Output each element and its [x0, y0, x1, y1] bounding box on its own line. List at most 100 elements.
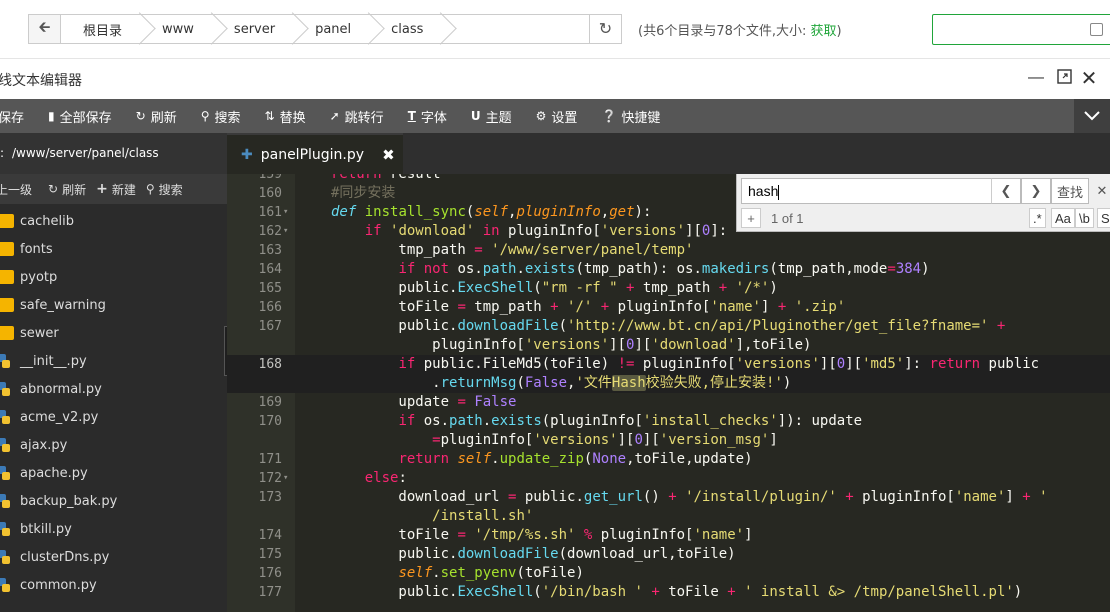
code-text: =pluginInfo['versions'][0]['version_msg'… [432, 432, 778, 448]
list-item[interactable]: apache.py [0, 459, 227, 487]
code-line[interactable]: 166 toFile = tmp_path + '/' + pluginInfo… [227, 298, 1110, 317]
sidebar-search-button[interactable]: ⚲ 搜索 [146, 181, 193, 198]
code-text: pluginInfo['versions'][0]['download'],to… [331, 337, 812, 353]
list-item[interactable]: common.py [0, 571, 227, 599]
code-editor[interactable]: 159 return result 160 #同步安装 161 ▾ def install_… [227, 174, 1110, 612]
sidebar-refresh-button[interactable]: ↻ 刷新 [48, 181, 96, 198]
list-item[interactable]: ajax.py [0, 431, 227, 459]
code-line[interactable]: 176 self.set_pyenv(toFile) [227, 564, 1110, 583]
back-arrow-icon[interactable]: 🡰 [29, 15, 61, 43]
directory-info: (共6个目录与78个文件,大小: 获取) [638, 20, 842, 39]
code-line[interactable]: .returnMsg(False,'文件Hash校验失败,停止安装!') [227, 374, 1110, 393]
code-text: download_url = public.get_url() + '/inst… [331, 489, 1048, 505]
list-item[interactable]: clusterDns.py [0, 543, 227, 571]
get-size-link[interactable]: 获取 [811, 24, 837, 39]
goto-line-button[interactable]: ➚ 跳转行 [318, 99, 396, 133]
regex-option[interactable]: .* [1029, 208, 1046, 228]
shortcuts-button[interactable]: ❔ 快捷键 [589, 99, 672, 133]
list-item-label: fonts [20, 241, 53, 257]
list-item[interactable]: fonts [0, 235, 227, 263]
fold-arrow-icon[interactable]: ▾ [283, 203, 288, 222]
code-line[interactable]: /install.sh' [227, 507, 1110, 526]
code-line[interactable]: 168 if public.FileMd5(toFile) != pluginI… [227, 355, 1110, 374]
settings-button[interactable]: ⚙ 设置 [524, 99, 590, 133]
line-number: 166 [258, 300, 282, 315]
editor-tab-bar: ✚ panelPlugin.py ✖ [227, 133, 1110, 174]
toggle-replace-icon[interactable]: + [741, 208, 761, 228]
refresh-button[interactable]: ↻ 刷新 [124, 99, 189, 133]
theme-button[interactable]: U 主题 [459, 99, 524, 133]
code-line[interactable]: 169 update = False [227, 393, 1110, 412]
code-line[interactable]: pluginInfo['versions'][0]['download'],to… [227, 336, 1110, 355]
code-line[interactable]: 172 ▾ else: [227, 469, 1110, 488]
tab-panelplugin[interactable]: ✚ panelPlugin.py ✖ [227, 133, 403, 174]
chevron-down-icon[interactable] [1074, 99, 1110, 133]
shortcuts-label: 快捷键 [621, 110, 661, 126]
find-status-row: + 1 of 1 [741, 208, 804, 228]
code-line[interactable]: 163 tmp_path = '/www/server/panel/temp' [227, 241, 1110, 260]
fold-arrow-icon[interactable]: ▾ [283, 469, 288, 488]
line-number: 177 [258, 585, 282, 600]
maximize-icon[interactable] [1054, 69, 1074, 89]
list-item[interactable]: abnormal.py [0, 375, 227, 403]
code-text: if not os.path.exists(tmp_path): os.make… [398, 261, 930, 277]
replace-label: 替换 [279, 110, 306, 126]
find-previous-icon[interactable]: ❮ [991, 178, 1021, 204]
list-item-label: backup_bak.py [20, 493, 118, 509]
code-line[interactable]: 167 public.downloadFile('http://www.bt.c… [227, 317, 1110, 336]
replace-button[interactable]: ⇅ 替换 [253, 99, 318, 133]
selection-option[interactable]: S [1097, 208, 1110, 228]
list-item[interactable]: pyotp [0, 263, 227, 291]
list-item[interactable]: __init__.py [0, 347, 227, 375]
save-all-button[interactable]: ▮ 全部保存 [36, 99, 124, 133]
find-input[interactable]: hash [741, 178, 1027, 204]
find-button[interactable]: 查找 [1051, 178, 1089, 204]
search-icon: ⚲ [145, 182, 155, 196]
find-next-icon[interactable]: ❯ [1021, 178, 1051, 204]
case-option[interactable]: Aa [1051, 208, 1075, 228]
file-search-input[interactable] [932, 14, 1110, 45]
sidebar-up-label: 上一级 [0, 182, 33, 197]
python-file-icon [0, 522, 14, 536]
sidebar-new-button[interactable]: + 新建 [96, 181, 146, 198]
sidebar-path-text: /www/server/panel/class [12, 146, 159, 160]
search-button[interactable]: ⚲ 搜索 [189, 99, 253, 133]
python-file-icon: ✚ [241, 146, 253, 163]
search-subdir-checkbox[interactable] [1090, 23, 1103, 36]
code-line[interactable]: =pluginInfo['versions'][0]['version_msg'… [227, 431, 1110, 450]
code-line[interactable]: 174 toFile = '/tmp/%s.sh' % pluginInfo['… [227, 526, 1110, 545]
code-line[interactable]: 173 download_url = public.get_url() + '/… [227, 488, 1110, 507]
save-button[interactable]: 保存 [0, 99, 36, 133]
list-item-label: clusterDns.py [20, 549, 110, 565]
help-icon: ❔ [601, 109, 617, 123]
find-close-icon[interactable]: ✕ [1095, 178, 1109, 204]
path-icon: : [0, 146, 5, 160]
list-item[interactable]: sewer [0, 319, 227, 347]
code-text: if 'download' in pluginInfo['versions'][… [364, 223, 728, 239]
code-line[interactable]: 171 return self.update_zip(None,toFile,u… [227, 450, 1110, 469]
list-item[interactable]: backup_bak.py [0, 487, 227, 515]
fold-arrow-icon[interactable]: ▾ [283, 222, 288, 241]
python-file-icon [0, 410, 14, 424]
close-tab-icon[interactable]: ✖ [382, 146, 395, 164]
find-query: hash [748, 183, 779, 199]
sidebar-up-button[interactable]: 上一级 [0, 181, 48, 198]
list-item[interactable]: safe_warning [0, 291, 227, 319]
code-line[interactable]: 165 public.ExecShell("rm -rf " + tmp_pat… [227, 279, 1110, 298]
list-item[interactable]: btkill.py [0, 515, 227, 543]
word-option[interactable]: \b [1075, 208, 1094, 228]
refresh-icon[interactable]: ↻ [589, 15, 621, 43]
code-text: return self.update_zip(None,toFile,updat… [398, 451, 753, 467]
line-number: 170 [258, 414, 282, 429]
font-button[interactable]: T 字体 [396, 99, 459, 133]
minimize-icon[interactable]: — [1026, 69, 1046, 87]
code-line[interactable]: 177 public.ExecShell('/bin/bash ' + toFi… [227, 583, 1110, 602]
close-icon[interactable]: ✕ [1079, 66, 1099, 91]
code-text: self.set_pyenv(toFile) [398, 565, 584, 581]
sidebar-refresh-label: 刷新 [62, 182, 87, 197]
list-item[interactable]: cachelib [0, 207, 227, 235]
code-line[interactable]: 170 if os.path.exists(pluginInfo['instal… [227, 412, 1110, 431]
code-line[interactable]: 175 public.downloadFile(download_url,toF… [227, 545, 1110, 564]
list-item[interactable]: acme_v2.py [0, 403, 227, 431]
code-line[interactable]: 164 if not os.path.exists(tmp_path): os.… [227, 260, 1110, 279]
